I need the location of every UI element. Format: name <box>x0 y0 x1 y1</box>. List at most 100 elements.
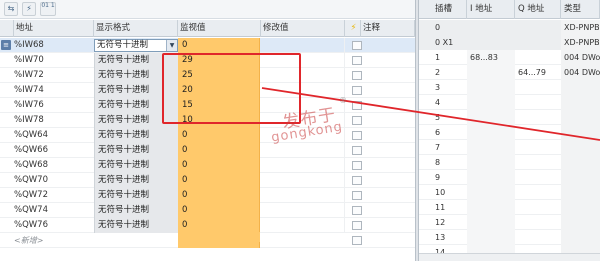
io-table-row[interactable]: 3 <box>419 80 600 95</box>
format-dropdown[interactable]: 无符号十进制 ▼ <box>94 39 178 52</box>
header-display-format[interactable]: 显示格式 <box>94 20 178 37</box>
address-cell[interactable]: %QW64 <box>14 128 92 143</box>
io-table-row[interactable]: 2 64...79 004 DWo <box>419 65 600 80</box>
modify-value-cell[interactable] <box>261 38 345 53</box>
address-cell[interactable]: %QW74 <box>14 203 92 218</box>
modify-checkbox[interactable] <box>352 191 362 200</box>
address-cell[interactable]: %QW66 <box>14 143 92 158</box>
modify-checkbox[interactable] <box>352 71 362 80</box>
header-slot[interactable]: 插槽 <box>419 0 467 19</box>
modify-value-cell[interactable] <box>261 173 345 188</box>
format-cell[interactable]: 无符号十进制 <box>94 188 178 203</box>
q-address-cell[interactable] <box>515 170 561 185</box>
table-row[interactable]: %QW64 无符号十进制 0 <box>0 128 415 143</box>
q-address-cell[interactable] <box>515 95 561 110</box>
io-table-row[interactable]: 5 <box>419 110 600 125</box>
io-table-row[interactable]: 13 <box>419 230 600 245</box>
modify-checkbox[interactable] <box>352 221 362 230</box>
i-address-cell[interactable] <box>467 125 515 140</box>
add-new-label[interactable]: <新增> <box>14 233 92 248</box>
table-row[interactable]: %QW66 无符号十进制 0 <box>0 143 415 158</box>
i-address-cell[interactable] <box>467 20 515 35</box>
i-address-cell[interactable] <box>467 230 515 245</box>
io-table-row[interactable]: 10 <box>419 185 600 200</box>
io-table-row[interactable]: 0 X1 XD-PNPB <box>419 35 600 50</box>
io-table-row[interactable]: 1 68...83 004 DWo <box>419 50 600 65</box>
q-address-cell[interactable] <box>515 185 561 200</box>
format-cell[interactable]: 无符号十进制 <box>94 203 178 218</box>
address-cell[interactable]: %IW70 <box>14 53 92 68</box>
q-address-cell[interactable] <box>515 125 561 140</box>
address-cell[interactable]: %IW68 <box>14 38 92 53</box>
modify-checkbox[interactable] <box>352 131 362 140</box>
i-address-cell[interactable] <box>467 170 515 185</box>
io-table-row[interactable]: 0 XD-PNPB <box>419 20 600 35</box>
header-q-address[interactable]: Q 地址 <box>515 0 561 19</box>
modify-values-icon[interactable]: ⚡ <box>22 2 36 16</box>
monitor-all-icon[interactable]: ⇆ <box>4 2 18 16</box>
modify-value-cell[interactable] <box>261 188 345 203</box>
address-cell[interactable]: %QW72 <box>14 188 92 203</box>
address-cell[interactable]: %QW68 <box>14 158 92 173</box>
address-cell[interactable]: %IW74 <box>14 83 92 98</box>
q-address-cell[interactable] <box>515 50 561 65</box>
i-address-cell[interactable] <box>467 200 515 215</box>
i-address-cell[interactable] <box>467 215 515 230</box>
io-table-row[interactable]: 9 <box>419 170 600 185</box>
i-address-cell[interactable] <box>467 185 515 200</box>
monitor-once-icon[interactable]: 01 1 <box>40 2 56 16</box>
table-row[interactable]: %QW68 无符号十进制 0 <box>0 158 415 173</box>
io-table-row[interactable]: 12 <box>419 215 600 230</box>
address-cell[interactable]: %IW76 <box>14 98 92 113</box>
header-monitor-value[interactable]: 监视值 <box>178 20 261 37</box>
modify-checkbox[interactable] <box>352 41 362 50</box>
i-address-cell[interactable] <box>467 65 515 80</box>
format-cell[interactable]: 无符号十进制 <box>94 128 178 143</box>
q-address-cell[interactable]: 64...79 <box>515 65 561 80</box>
modify-checkbox[interactable] <box>352 116 362 125</box>
modify-checkbox[interactable] <box>352 176 362 185</box>
io-table-row[interactable]: 7 <box>419 140 600 155</box>
q-address-cell[interactable] <box>515 215 561 230</box>
modify-checkbox[interactable] <box>352 146 362 155</box>
table-row[interactable]: %QW74 无符号十进制 0 <box>0 203 415 218</box>
row-select-icon[interactable]: ≡ <box>1 40 11 50</box>
i-address-cell[interactable] <box>467 140 515 155</box>
format-cell[interactable]: 无符号十进制 <box>94 143 178 158</box>
modify-checkbox[interactable] <box>352 101 362 110</box>
i-address-cell[interactable] <box>467 110 515 125</box>
modify-checkbox[interactable] <box>352 206 362 215</box>
q-address-cell[interactable] <box>515 20 561 35</box>
header-type[interactable]: 类型 <box>561 0 600 19</box>
table-row[interactable]: %QW76 无符号十进制 0 <box>0 218 415 233</box>
modify-checkbox[interactable] <box>352 236 362 245</box>
q-address-cell[interactable] <box>515 140 561 155</box>
format-cell[interactable]: 无符号十进制 <box>94 218 178 233</box>
io-table-row[interactable]: 11 <box>419 200 600 215</box>
io-table-row[interactable]: 8 <box>419 155 600 170</box>
modify-value-cell[interactable] <box>261 158 345 173</box>
modify-checkbox[interactable] <box>352 161 362 170</box>
i-address-cell[interactable] <box>467 80 515 95</box>
q-address-cell[interactable] <box>515 80 561 95</box>
format-cell[interactable]: 无符号十进制 <box>94 158 178 173</box>
i-address-cell[interactable] <box>467 155 515 170</box>
q-address-cell[interactable] <box>515 155 561 170</box>
header-comment[interactable]: 注释 <box>361 20 415 37</box>
address-cell[interactable]: %IW78 <box>14 113 92 128</box>
io-table-row[interactable]: 6 <box>419 125 600 140</box>
chevron-down-icon[interactable]: ▼ <box>166 40 177 51</box>
i-address-cell[interactable] <box>467 35 515 50</box>
q-address-cell[interactable] <box>515 230 561 245</box>
q-address-cell[interactable] <box>515 200 561 215</box>
header-modify-value[interactable]: 修改值 <box>261 20 345 37</box>
modify-checkbox[interactable] <box>352 86 362 95</box>
q-address-cell[interactable] <box>515 35 561 50</box>
header-address[interactable]: 地址 <box>14 20 94 37</box>
q-address-cell[interactable] <box>515 110 561 125</box>
address-cell[interactable]: %QW76 <box>14 218 92 233</box>
table-row[interactable]: %QW72 无符号十进制 0 <box>0 188 415 203</box>
address-cell[interactable]: %QW70 <box>14 173 92 188</box>
horizontal-scrollbar[interactable] <box>419 253 600 261</box>
header-i-address[interactable]: I 地址 <box>467 0 515 19</box>
